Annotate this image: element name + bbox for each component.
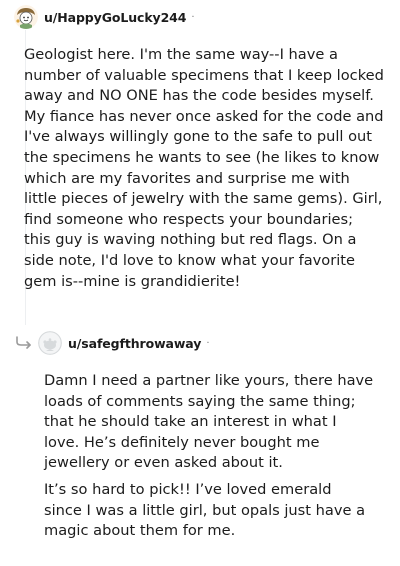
snoo-avatar-happygolucky-icon[interactable] bbox=[14, 5, 38, 29]
comment-author-username[interactable]: u/safegfthrowaway bbox=[68, 336, 201, 351]
comment-body: Geologist here. I'm the same way--I have… bbox=[24, 45, 384, 298]
comment-paragraph: Geologist here. I'm the same way--I have… bbox=[24, 46, 384, 290]
comment-paragraph: Damn I need a partner like yours, there … bbox=[44, 372, 374, 472]
reply-comment-header: u/safegfthrowaway · bbox=[14, 330, 210, 356]
reply-comment-body: Damn I need a partner like yours, there … bbox=[44, 371, 374, 548]
meta-separator: · bbox=[206, 337, 210, 349]
comment-author-username[interactable]: u/HappyGoLucky244 bbox=[44, 10, 186, 25]
default-snoo-avatar-icon[interactable] bbox=[38, 331, 62, 355]
meta-separator: · bbox=[191, 11, 195, 23]
comment-paragraph: It’s so hard to pick!! I’ve loved emeral… bbox=[44, 480, 366, 540]
reply-arrow-icon bbox=[16, 336, 31, 349]
comment-header: u/HappyGoLucky244 · bbox=[14, 4, 195, 30]
